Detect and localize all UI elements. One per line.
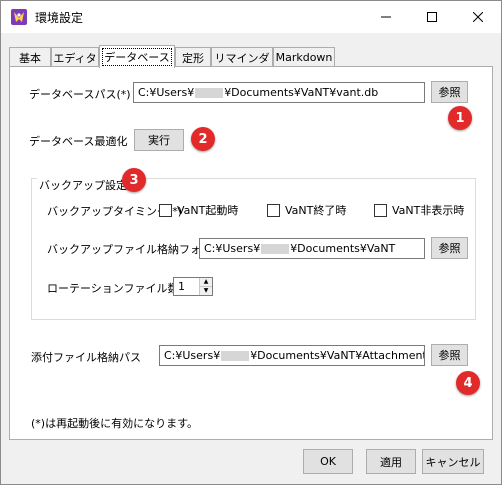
path-suffix: ¥Documents¥VaNT¥vant.db xyxy=(224,86,379,99)
path-prefix: C:¥Users¥ xyxy=(164,349,221,362)
attachment-path-label: 添付ファイル格納パス xyxy=(31,351,141,364)
redacted-username xyxy=(221,351,250,361)
redacted-username xyxy=(195,88,224,98)
rotation-count-label: ローテーションファイル数 xyxy=(47,282,179,295)
rotation-count-spinner[interactable]: 1 ▲ ▼ xyxy=(173,277,213,296)
tab-label: リマインダ xyxy=(214,51,270,65)
callout-3: 3 xyxy=(122,168,146,192)
backup-folder-input[interactable]: C:¥Users¥ ¥Documents¥VaNT xyxy=(199,238,425,259)
window-title: 環境設定 xyxy=(35,11,84,25)
minimize-button[interactable] xyxy=(363,1,409,33)
path-prefix: C:¥Users¥ xyxy=(204,242,261,255)
apply-button[interactable]: 適用 xyxy=(366,449,416,474)
cancel-button[interactable]: キャンセル xyxy=(422,449,484,474)
close-button[interactable] xyxy=(455,1,501,33)
path-prefix: C:¥Users¥ xyxy=(138,86,195,99)
checkbox-box[interactable] xyxy=(374,203,387,217)
database-optimize-label: データベース最適化 xyxy=(29,135,128,148)
checkbox-label: VaNT終了時 xyxy=(285,204,347,217)
path-suffix: ¥Documents¥VaNT xyxy=(290,242,396,255)
tab-markdown[interactable]: Markdown xyxy=(273,47,335,67)
tab-label: 定形 xyxy=(182,51,204,65)
backup-group-title: バックアップ設定 xyxy=(37,177,129,193)
backup-folder-label: バックアップファイル格納フォルダ xyxy=(47,243,223,256)
tab-label: データベース xyxy=(102,48,172,66)
checkbox-label: VaNT起動時 xyxy=(177,204,239,217)
database-path-input[interactable]: C:¥Users¥ ¥Documents¥VaNT¥vant.db xyxy=(133,82,425,103)
tab-database[interactable]: データベース xyxy=(99,45,175,68)
settings-window: 環境設定 基本 エディタ データベース 定形 リマインダ Markdown デー… xyxy=(0,0,502,485)
optimize-run-button[interactable]: 実行 xyxy=(134,129,184,151)
backup-on-start-checkbox[interactable]: VaNT起動時 xyxy=(159,202,238,218)
backup-on-exit-checkbox[interactable]: VaNT終了時 xyxy=(267,202,346,218)
restart-note: (*)は再起動後に有効になります。 xyxy=(31,417,198,430)
callout-2: 2 xyxy=(191,127,215,151)
attachment-browse-button[interactable]: 参照 xyxy=(431,344,468,366)
checkbox-box[interactable] xyxy=(267,203,280,217)
spinner-buttons: ▲ ▼ xyxy=(199,278,212,295)
title-bar[interactable]: 環境設定 xyxy=(1,1,501,33)
tab-label: 基本 xyxy=(19,51,41,65)
checkbox-label: VaNT非表示時 xyxy=(392,204,465,217)
close-icon xyxy=(473,12,483,22)
maximize-button[interactable] xyxy=(409,1,455,33)
database-path-label: データベースパス(*) xyxy=(29,88,131,101)
app-icon xyxy=(11,9,27,25)
spin-down-icon[interactable]: ▼ xyxy=(200,286,212,294)
callout-1: 1 xyxy=(448,106,472,130)
maximize-icon xyxy=(427,12,437,22)
database-browse-button[interactable]: 参照 xyxy=(431,81,468,103)
checkbox-box[interactable] xyxy=(159,203,172,217)
minimize-icon xyxy=(381,16,391,18)
backup-folder-browse-button[interactable]: 参照 xyxy=(431,237,468,259)
tab-basic[interactable]: 基本 xyxy=(9,47,51,67)
ok-button[interactable]: OK xyxy=(303,449,353,474)
rotation-count-value: 1 xyxy=(178,280,185,293)
attachment-path-input[interactable]: C:¥Users¥ ¥Documents¥VaNT¥Attachment xyxy=(159,345,425,366)
path-suffix: ¥Documents¥VaNT¥Attachment xyxy=(250,349,425,362)
spin-up-icon[interactable]: ▲ xyxy=(200,278,212,286)
tab-editor[interactable]: エディタ xyxy=(51,47,99,67)
callout-4: 4 xyxy=(456,371,480,395)
tab-label: Markdown xyxy=(275,51,333,64)
tab-template[interactable]: 定形 xyxy=(175,47,211,67)
backup-on-hide-checkbox[interactable]: VaNT非表示時 xyxy=(374,202,464,218)
redacted-username xyxy=(261,244,290,254)
tab-label: エディタ xyxy=(53,51,97,65)
tab-reminder[interactable]: リマインダ xyxy=(211,47,273,67)
